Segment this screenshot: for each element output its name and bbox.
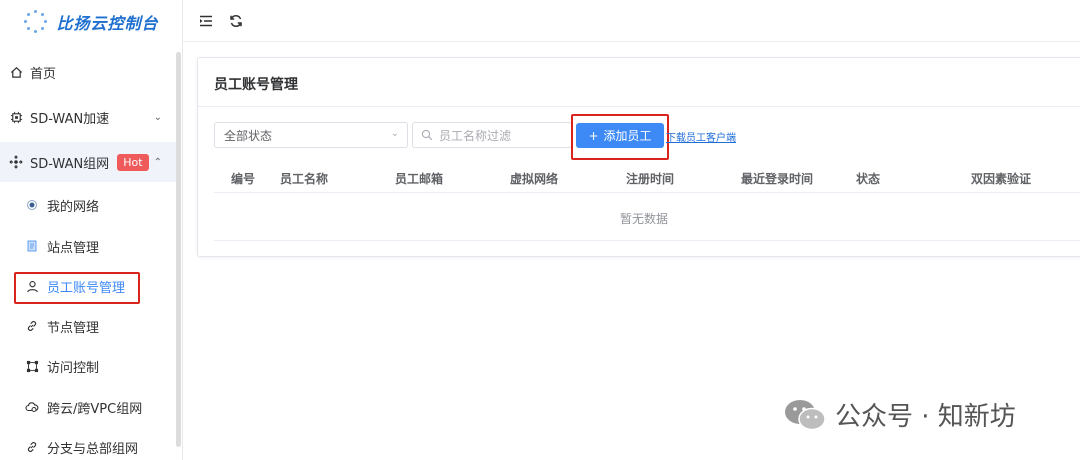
- employee-accounts-card: 员工账号管理 全部状态 ⌄ 员工名称过滤 + 添加员工 下载员工客户端 编号 员…: [197, 57, 1080, 257]
- search-placeholder: 员工名称过滤: [439, 128, 512, 143]
- sidebar-item-sdwan-network[interactable]: SD-WAN组网 Hot ⌃: [0, 142, 176, 182]
- highlight-box-add-button: [571, 114, 669, 160]
- sidebar: 比扬云控制台 首页 SD-WAN加速 ⌄ SD-WAN组网 Hot ⌃ 我的网络…: [0, 0, 183, 460]
- download-client-link[interactable]: 下载员工客户端: [666, 129, 736, 144]
- chevron-up-icon: ⌃: [153, 156, 162, 168]
- dot-icon: [25, 198, 39, 212]
- collapse-menu-icon[interactable]: [198, 13, 214, 29]
- sidebar-item-label: 访问控制: [47, 360, 100, 376]
- status-select[interactable]: 全部状态 ⌄: [214, 122, 408, 148]
- sidebar-item-label: 我的网络: [47, 199, 100, 215]
- divider: [198, 106, 1080, 107]
- status-select-value: 全部状态: [224, 128, 273, 143]
- table-header-divider: [214, 192, 1080, 193]
- column-header-last-login[interactable]: 最近登录时间: [741, 170, 813, 187]
- link-icon: [25, 319, 39, 333]
- sidebar-item-home[interactable]: 首页: [0, 52, 176, 92]
- sidebar-item-sdwan-accel[interactable]: SD-WAN加速 ⌄: [0, 97, 176, 137]
- column-header-status[interactable]: 状态: [856, 170, 880, 187]
- chevron-down-icon: ⌄: [153, 111, 162, 123]
- column-header-virtual-network[interactable]: 虚拟网络: [510, 170, 558, 187]
- chevron-down-icon: ⌄: [390, 128, 399, 139]
- sidebar-item-access-control[interactable]: 访问控制: [0, 346, 176, 386]
- cloud-icon: [25, 400, 39, 414]
- table-body-divider: [214, 240, 1080, 241]
- logo[interactable]: 比扬云控制台: [0, 0, 183, 44]
- logo-mark-icon: [24, 10, 48, 34]
- sidebar-item-label: SD-WAN组网: [30, 156, 110, 172]
- refresh-icon[interactable]: [228, 13, 244, 29]
- sidebar-item-cross-cloud[interactable]: 跨云/跨VPC组网: [0, 387, 176, 427]
- sidebar-item-branch-hq[interactable]: 分支与总部组网: [0, 427, 176, 460]
- search-icon: [421, 129, 433, 141]
- home-icon: [9, 65, 23, 79]
- column-header-email[interactable]: 员工邮箱: [395, 170, 443, 187]
- watermark: 公众号 · 知新坊: [783, 396, 1016, 433]
- link-icon: [25, 440, 39, 454]
- empty-state-text: 暂无数据: [619, 212, 668, 226]
- nodes-icon: [25, 359, 39, 373]
- highlight-box-sidebar: [14, 272, 140, 304]
- column-header-register-time[interactable]: 注册时间: [626, 170, 674, 187]
- sidebar-item-label: 分支与总部组网: [47, 441, 139, 457]
- sidebar-item-label: 跨云/跨VPC组网: [47, 401, 143, 417]
- employee-search-input[interactable]: 员工名称过滤: [412, 122, 572, 148]
- sidebar-item-label: 站点管理: [47, 240, 100, 256]
- wechat-logo-icon: [783, 398, 827, 432]
- column-header-2fa[interactable]: 双因素验证: [971, 170, 1031, 187]
- watermark-text: 公众号 · 知新坊: [835, 402, 1016, 432]
- column-header-id[interactable]: 编号: [231, 170, 255, 187]
- hot-badge: Hot: [117, 153, 149, 171]
- sidebar-item-label: 首页: [30, 66, 57, 82]
- sidebar-item-node-management[interactable]: 节点管理: [0, 306, 176, 346]
- sidebar-item-my-network[interactable]: 我的网络: [0, 185, 176, 225]
- app-title: 比扬云控制台: [56, 14, 159, 33]
- top-toolbar: [183, 0, 1080, 42]
- network-icon: [9, 155, 23, 169]
- column-header-name[interactable]: 员工名称: [280, 170, 328, 187]
- sidebar-item-label: 节点管理: [47, 320, 100, 336]
- page-title: 员工账号管理: [214, 77, 298, 93]
- sidebar-scrollbar[interactable]: [176, 52, 181, 447]
- chip-icon: [9, 110, 23, 124]
- document-icon: [25, 239, 39, 253]
- sidebar-item-label: SD-WAN加速: [30, 111, 110, 127]
- sidebar-item-site-management[interactable]: 站点管理: [0, 226, 176, 266]
